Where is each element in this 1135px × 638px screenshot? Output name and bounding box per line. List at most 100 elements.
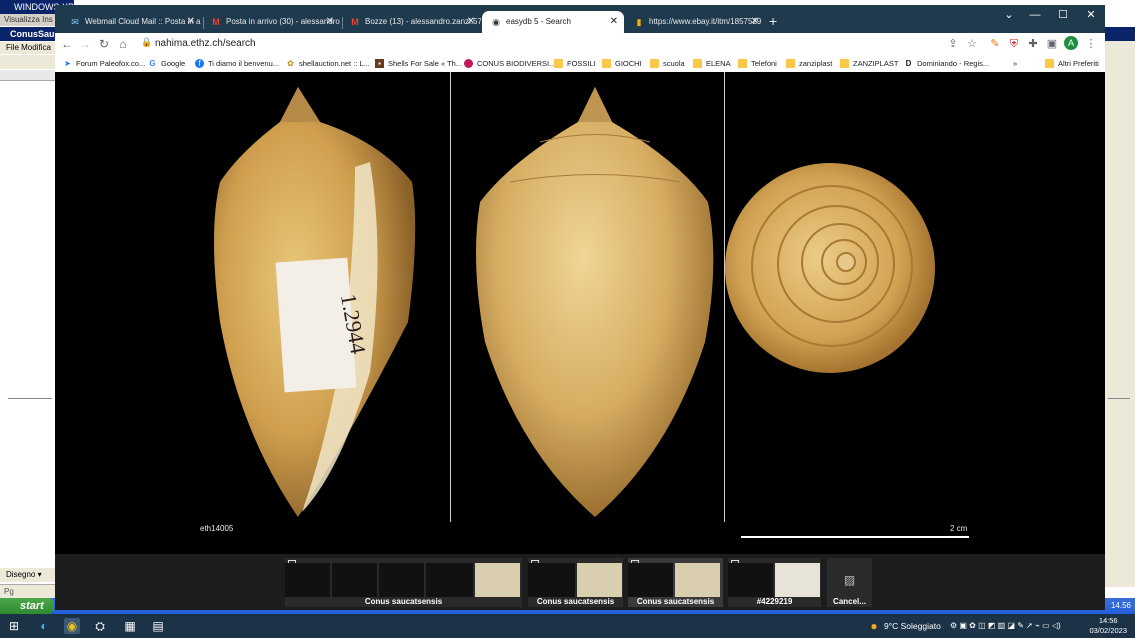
group-label: Conus saucatsensis [636,597,715,606]
extension-shield-icon[interactable]: ⛨ [1005,35,1023,53]
bookmark-label: Dominiando - Regis... [917,59,990,68]
thumbnail[interactable] [332,563,377,597]
tab-drafts[interactable]: M Bozze (13) - alessandro.zanzi.57@ ✕ [341,11,481,33]
bookmark-item[interactable]: ▪ Shells For Sale « Th... [375,55,462,72]
app-icon[interactable]: ⛭ [92,618,108,634]
thumbnail-group[interactable]: Conus saucatsensis [528,558,623,607]
gmail-icon: M [212,17,220,27]
bookmark-folder[interactable]: zanziplast [786,55,832,72]
share-icon[interactable]: ⇪ [944,35,962,53]
bookmark-label: GIOCHI [615,59,642,68]
label-thumbnail[interactable] [675,563,720,597]
bookmark-star-icon[interactable]: ☆ [963,35,981,53]
background-right-titlebar [1105,27,1135,41]
shell-photo-svg: 1.2944 [214,87,935,517]
extensions-puzzle-icon[interactable]: ✚ [1024,35,1042,53]
background-drawing-menu[interactable]: Disegno ▾ [0,568,61,582]
bookmark-label: Google [161,59,186,68]
weather-icon[interactable]: ● [866,618,882,634]
thumbnail-strip: Conus saucatsensis Conus saucatsensis Co… [55,554,1105,610]
bookmark-item[interactable]: ➤ Forum Paleofox.co... [63,55,145,72]
folder-icon [602,59,611,68]
tab-ebay[interactable]: ▮ https://www.ebay.it/itm/1857529 ✕ [625,11,765,33]
close-tab-icon[interactable]: ✕ [187,11,195,33]
bookmark-folder[interactable]: ZANZIPLAST [840,55,898,72]
bookmark-item[interactable]: ✿ shellauction.net :: L... [286,55,370,72]
weather-text[interactable]: 9°C Soleggiato [884,614,941,638]
xp-start-button[interactable]: start [0,598,54,614]
url-text: nahima.ethz.ch/search [155,38,256,49]
background-toolbar[interactable] [0,55,55,69]
reload-icon[interactable]: ↻ [95,35,113,53]
bookmark-folder[interactable]: FOSSILI [554,55,596,72]
close-tab-icon[interactable]: ✕ [467,11,475,33]
image-divider [724,72,725,522]
thumbnail[interactable] [379,563,424,597]
system-tray-icons[interactable]: ⚙ ▣ ✿ ◫ ◩ ▥ ◪ ✎ ➚ ⌁ ▭ ◁) [950,614,1061,638]
windows-taskbar: ⊞ ◐ ◉ ⛭ ▦ ▤ ● 9°C Soleggiato ⚙ ▣ ✿ ◫ ◩ ▥… [0,614,1135,638]
tab-webmail[interactable]: ✉ Webmail Cloud Mail :: Posta in ar ✕ [61,11,201,33]
forward-icon[interactable]: → [76,35,94,53]
close-tab-icon[interactable]: ✕ [610,11,618,33]
background-right-divider [1108,398,1130,399]
side-panel-icon[interactable]: ▣ [1043,35,1061,53]
menu-kebab-icon[interactable]: ⋮ [1082,35,1100,53]
tab-easydb[interactable]: ◉ easydb 5 - Search ✕ [482,11,624,33]
address-bar[interactable]: 🔒 nahima.ethz.ch/search [137,35,967,53]
folder-icon [840,59,849,68]
close-tab-icon[interactable]: ✕ [326,11,334,33]
bookmark-folder[interactable]: ELENA [693,55,731,72]
thumbnail-group[interactable]: Conus saucatsensis [285,558,522,607]
other-bookmarks[interactable]: Altri Preferiti [1045,55,1099,72]
back-icon[interactable]: ← [58,35,76,53]
tab-strip: ✉ Webmail Cloud Mail :: Posta in ar ✕ M … [55,5,1105,33]
specimen-image[interactable]: 1.2944 eth14005 2 cm [180,72,977,554]
thumbnail[interactable] [426,563,473,597]
label-thumbnail[interactable] [475,563,520,597]
bookmark-item[interactable]: D Dominiando - Regis... [904,55,990,72]
thumbnail-group-selected[interactable]: Conus saucatsensis [628,558,723,607]
profile-avatar[interactable]: A [1064,36,1078,50]
app-icon[interactable]: ▦ [122,618,138,634]
webmail-icon: ✉ [71,17,79,27]
chrome-icon[interactable]: ◉ [64,618,80,634]
bookmark-item[interactable]: G Google [148,55,185,72]
edge-icon[interactable]: ◐ [36,618,52,634]
close-tab-icon[interactable]: ✕ [751,11,759,33]
taskbar-clock[interactable]: 14:56 03/02/2023 [1089,616,1127,636]
image-placeholder-icon[interactable]: ▨ [827,563,872,597]
close-window-icon[interactable]: ✕ [1077,5,1105,25]
bookmark-item[interactable]: f Ti diamo il benvenu... [195,55,279,72]
label-thumbnail[interactable] [577,563,622,597]
tab-label: https://www.ebay.it/itm/1857529 [649,17,762,26]
thumbnail-group[interactable]: ▨ Cancel... [827,558,872,607]
tab-search-icon[interactable]: ⌄ [995,5,1023,25]
background-menubar[interactable]: File Modifica [0,42,61,54]
bookmark-item[interactable]: CONUS BIODIVERSI... [464,55,555,72]
bookmark-folder[interactable]: Telefoni [738,55,777,72]
home-icon[interactable]: ⌂ [114,35,132,53]
extension-key-icon[interactable]: ✎ [986,35,1004,53]
folder-icon [693,59,702,68]
minimize-icon[interactable]: — [1021,5,1049,25]
thumbnail[interactable] [775,563,820,597]
thumbnail-group[interactable]: #4229219 [728,558,821,607]
thumbnail[interactable] [528,563,575,597]
windows-start-icon[interactable]: ⊞ [6,618,22,634]
shell-apical-view [725,163,935,373]
thumbnail[interactable] [628,563,673,597]
app-icon[interactable]: ▤ [150,618,166,634]
thumbnail[interactable] [285,563,330,597]
new-tab-icon[interactable]: + [769,13,777,29]
bookmark-folder[interactable]: scuola [650,55,685,72]
thumbnail[interactable] [728,563,773,597]
group-label: Cancel... [833,597,866,606]
bookmark-label: shellauction.net :: L... [299,59,370,68]
facebook-icon: f [195,59,204,68]
bookmark-folder[interactable]: GIOCHI [602,55,642,72]
tab-inbox[interactable]: M Posta in arrivo (30) - alessandro.z ✕ [202,11,340,33]
maximize-icon[interactable]: ☐ [1049,5,1077,25]
gmail-icon: M [351,17,359,27]
bookmarks-overflow[interactable]: » [1013,55,1017,72]
scale-label: 2 cm [950,524,968,533]
